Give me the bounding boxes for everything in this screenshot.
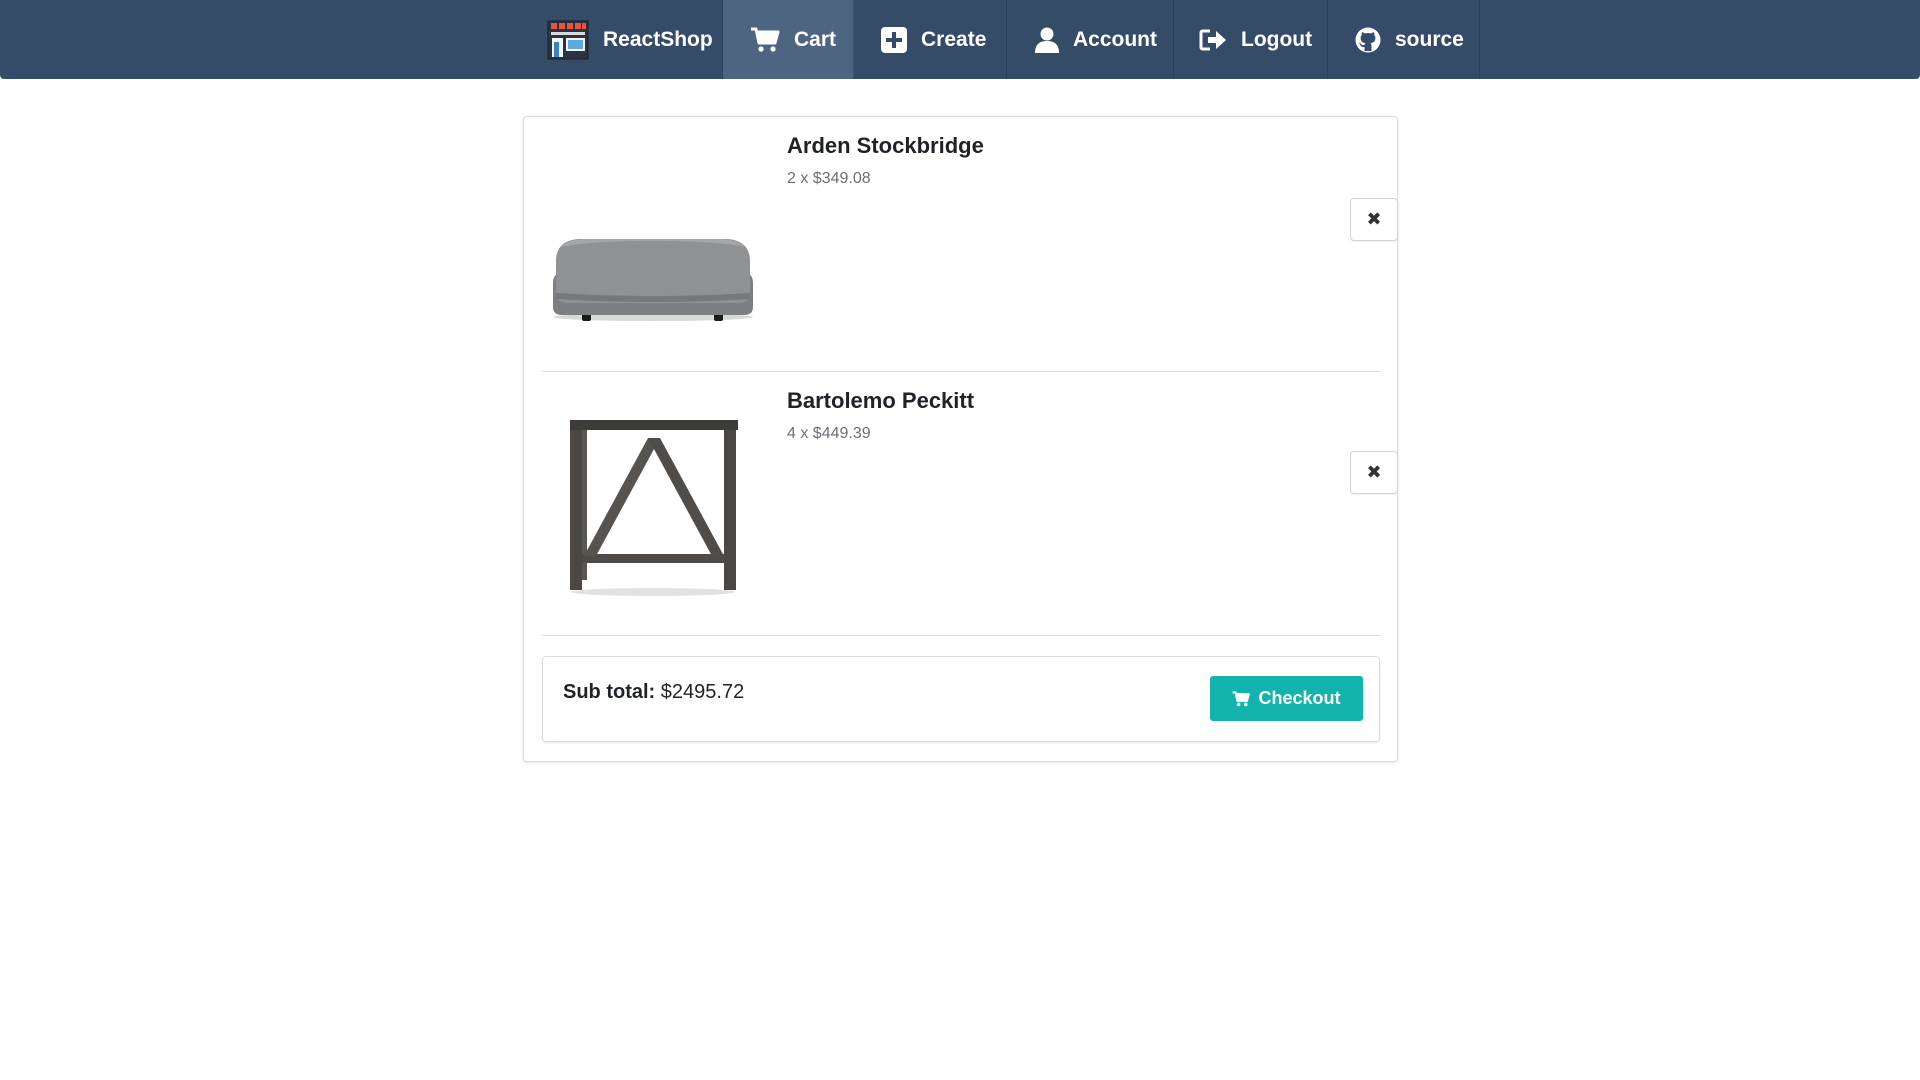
cart-item: Arden Stockbridge 2 x $349.08 ✖ xyxy=(542,117,1398,372)
close-icon: ✖ xyxy=(1366,462,1382,482)
remove-item-button[interactable]: ✖ xyxy=(1350,451,1398,494)
nav-source[interactable]: source xyxy=(1328,0,1480,79)
shop-logo-icon xyxy=(547,20,589,60)
nav-logout[interactable]: Logout xyxy=(1174,0,1328,79)
checkout-label: Checkout xyxy=(1258,688,1341,708)
plus-square-icon xyxy=(881,26,907,53)
nav-account-label: Account xyxy=(1073,27,1157,51)
ottoman-image[interactable] xyxy=(548,143,758,353)
github-icon xyxy=(1355,27,1381,53)
nav-brand[interactable]: ReactShop xyxy=(530,0,723,79)
sign-out-icon xyxy=(1199,28,1227,52)
nav-cart-label: Cart xyxy=(794,27,837,51)
subtotal-value: $2495.72 xyxy=(660,681,745,703)
remove-item-button[interactable]: ✖ xyxy=(1350,198,1398,241)
subtotal: Sub total: $2495.72 xyxy=(563,681,744,704)
item-quantity-price: 4 x $449.39 xyxy=(787,425,871,442)
cart-item: Bartolemo Peckitt 4 x $449.39 ✖ xyxy=(542,372,1398,636)
item-quantity-price: 2 x $349.08 xyxy=(787,170,871,187)
subtotal-label: Sub total: xyxy=(563,681,656,703)
cart-icon xyxy=(750,27,780,53)
nav-create-label: Create xyxy=(921,27,987,51)
item-name[interactable]: Arden Stockbridge xyxy=(787,133,984,159)
nav-logout-label: Logout xyxy=(1241,27,1313,51)
nav-create[interactable]: Create xyxy=(854,0,1007,79)
brand-label: ReactShop xyxy=(603,27,713,51)
side-table-image[interactable] xyxy=(548,398,758,608)
nav-account[interactable]: Account xyxy=(1007,0,1174,79)
nav-source-label: source xyxy=(1395,27,1464,51)
checkout-button[interactable]: Checkout xyxy=(1210,676,1363,721)
close-icon: ✖ xyxy=(1366,209,1382,229)
user-icon xyxy=(1035,27,1059,53)
cart-icon xyxy=(1233,690,1251,706)
cart-card: Arden Stockbridge 2 x $349.08 ✖ Bartolem… xyxy=(523,116,1398,762)
item-name[interactable]: Bartolemo Peckitt xyxy=(787,388,974,414)
cart-summary: Sub total: $2495.72 Checkout xyxy=(542,656,1380,742)
nav-cart[interactable]: Cart xyxy=(723,0,854,79)
top-navbar: ReactShop Cart Create Account Logout sou… xyxy=(0,0,1920,79)
